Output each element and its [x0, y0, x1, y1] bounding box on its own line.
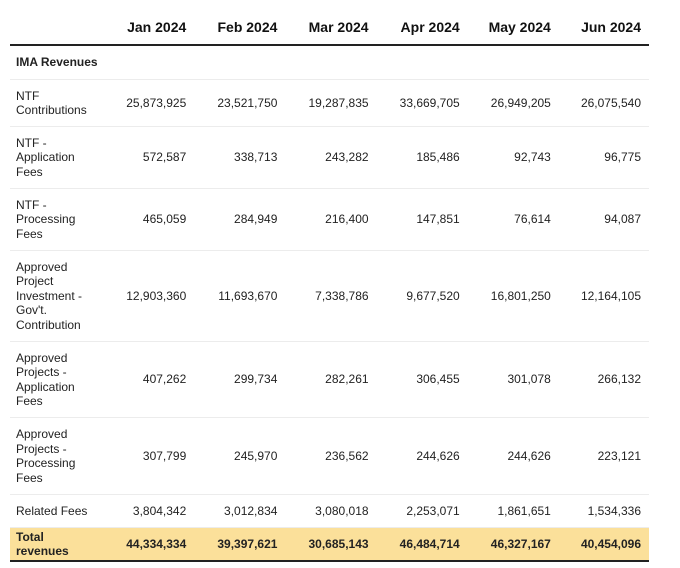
revenue-table: Jan 2024 Feb 2024 Mar 2024 Apr 2024 May … [10, 10, 649, 562]
cell-value: 12,164,105 [558, 250, 649, 342]
table-row: NTF - Application Fees 572,587 338,713 2… [10, 126, 649, 189]
cell-value: 284,949 [194, 188, 286, 251]
row-label: Related Fees [10, 494, 105, 528]
total-value: 30,685,143 [285, 527, 377, 562]
cell-value: 1,534,336 [558, 494, 649, 528]
total-value: 44,334,334 [104, 527, 195, 562]
cell-value: 12,903,360 [104, 250, 195, 342]
cell-value: 23,521,750 [194, 79, 286, 127]
row-label: NTF - Application Fees [10, 126, 105, 189]
column-header-may: May 2024 [467, 10, 559, 46]
cell-value: 216,400 [285, 188, 377, 251]
cell-value: 96,775 [558, 126, 649, 189]
cell-value: 3,804,342 [104, 494, 195, 528]
cell-value: 244,626 [467, 417, 559, 495]
cell-value: 301,078 [467, 341, 559, 418]
cell-value: 299,734 [194, 341, 286, 418]
row-label: NTF - Processing Fees [10, 188, 105, 251]
cell-value: 223,121 [558, 417, 649, 495]
column-header-jan: Jan 2024 [104, 10, 195, 46]
cell-value: 338,713 [194, 126, 286, 189]
cell-value: 282,261 [285, 341, 377, 418]
cell-value: 16,801,250 [467, 250, 559, 342]
cell-value: 572,587 [104, 126, 195, 189]
cell-value: 76,614 [467, 188, 559, 251]
cell-value: 25,873,925 [104, 79, 195, 127]
row-label: Approved Projects - Processing Fees [10, 417, 105, 495]
cell-value: 185,486 [376, 126, 468, 189]
cell-value: 33,669,705 [376, 79, 468, 127]
cell-value: 92,743 [467, 126, 559, 189]
cell-value: 3,080,018 [285, 494, 377, 528]
table-row: Approved Projects - Processing Fees 307,… [10, 417, 649, 495]
total-value: 39,397,621 [194, 527, 286, 562]
cell-value: 407,262 [104, 341, 195, 418]
row-label: Approved Project Investment - Gov't. Con… [10, 250, 105, 342]
column-header-apr: Apr 2024 [376, 10, 468, 46]
cell-value: 465,059 [104, 188, 195, 251]
cell-value: 266,132 [558, 341, 649, 418]
total-value: 46,327,167 [467, 527, 559, 562]
cell-value: 236,562 [285, 417, 377, 495]
cell-value: 147,851 [376, 188, 468, 251]
table-row: Related Fees 3,804,342 3,012,834 3,080,0… [10, 494, 649, 528]
cell-value: 26,949,205 [467, 79, 559, 127]
column-header-jun: Jun 2024 [558, 10, 649, 46]
section-row: IMA Revenues [10, 45, 649, 80]
cell-value: 2,253,071 [376, 494, 468, 528]
revenue-table-container: Jan 2024 Feb 2024 Mar 2024 Apr 2024 May … [10, 10, 649, 562]
cell-value: 94,087 [558, 188, 649, 251]
column-header-feb: Feb 2024 [194, 10, 286, 46]
table-row: Approved Projects - Application Fees 407… [10, 341, 649, 418]
column-header-mar: Mar 2024 [285, 10, 377, 46]
row-label: Approved Projects - Application Fees [10, 341, 105, 418]
row-label: NTF Contributions [10, 79, 105, 127]
header-row: Jan 2024 Feb 2024 Mar 2024 Apr 2024 May … [10, 10, 649, 46]
total-label: Total revenues [10, 527, 105, 562]
cell-value: 19,287,835 [285, 79, 377, 127]
table-row: NTF - Processing Fees 465,059 284,949 21… [10, 188, 649, 251]
table-row: Approved Project Investment - Gov't. Con… [10, 250, 649, 342]
section-title: IMA Revenues [10, 45, 649, 80]
cell-value: 1,861,651 [467, 494, 559, 528]
cell-value: 306,455 [376, 341, 468, 418]
cell-value: 3,012,834 [194, 494, 286, 528]
cell-value: 245,970 [194, 417, 286, 495]
cell-value: 243,282 [285, 126, 377, 189]
total-value: 40,454,096 [558, 527, 649, 562]
cell-value: 244,626 [376, 417, 468, 495]
cell-value: 11,693,670 [194, 250, 286, 342]
total-row: Total revenues 44,334,334 39,397,621 30,… [10, 527, 649, 562]
total-value: 46,484,714 [376, 527, 468, 562]
cell-value: 9,677,520 [376, 250, 468, 342]
cell-value: 307,799 [104, 417, 195, 495]
table-row: NTF Contributions 25,873,925 23,521,750 … [10, 79, 649, 127]
cell-value: 7,338,786 [285, 250, 377, 342]
column-header-label [10, 10, 105, 46]
cell-value: 26,075,540 [558, 79, 649, 127]
